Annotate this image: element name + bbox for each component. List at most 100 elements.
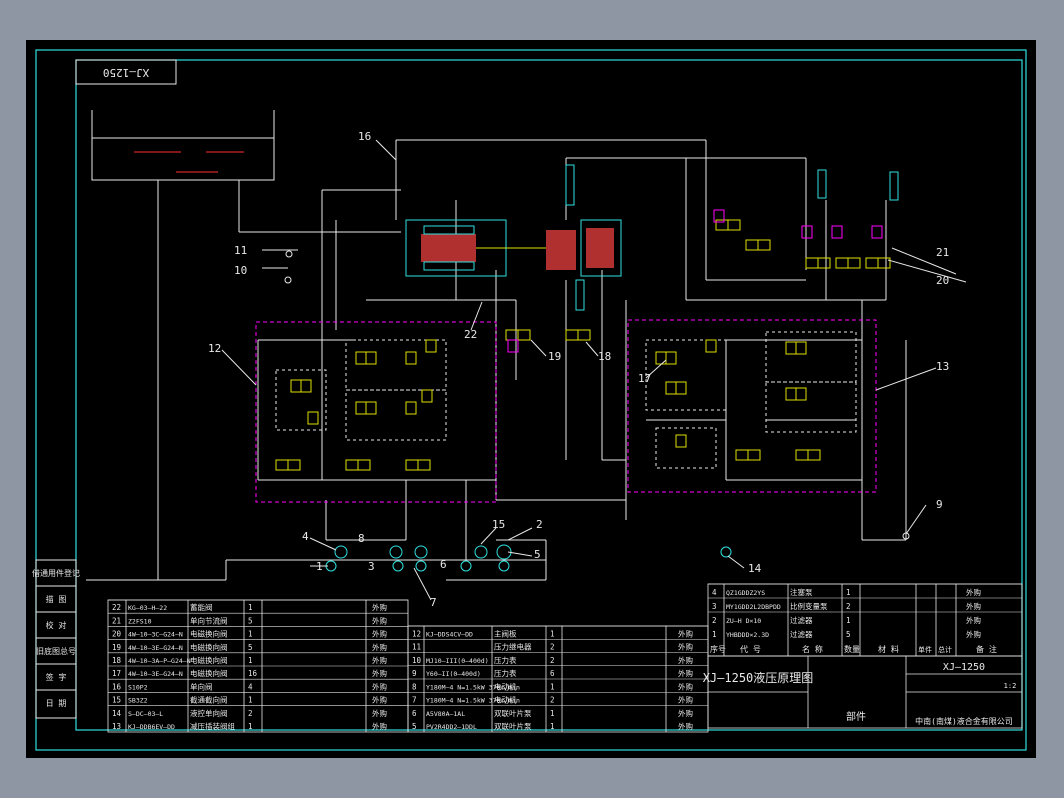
part-no: 9 [412,669,417,678]
callout-7: 7 [430,596,437,609]
callout-15: 15 [492,518,505,531]
ejector-cylinders [817,169,899,201]
pump-group [325,544,732,572]
part-no: 11 [412,643,421,652]
part-name: 蓄能阀 [190,602,213,612]
part-name: 液控单向阀 [190,708,228,718]
part-qty: 1 [550,682,555,691]
callout-19: 19 [548,350,561,363]
part-note: 外购 [678,628,693,638]
part-code: 4W—10—3C—G24—N [128,631,183,639]
part-name: 双联叶片泵 [494,708,532,718]
part-qty: 1 [248,630,253,639]
part-name: 过滤器 [790,615,813,625]
part-note: 外购 [678,642,693,652]
header-note: 备 注 [976,644,997,654]
part-qty: 1 [248,656,253,665]
stamp-label: 签 字 [46,672,67,682]
callout-5: 5 [534,548,541,561]
part-qty: 2 [248,709,253,718]
header-material: 材 料 [878,644,899,654]
part-no: 6 [412,709,417,718]
callout-17: 17 [638,372,651,385]
part-note: 外购 [372,681,387,691]
part-no: 13 [112,722,121,731]
part-code: 4W—10—3E—G24—N [128,670,183,678]
drawing-title: XJ—1250液压原理图 [703,670,814,685]
header-no: 序号 [710,644,726,654]
part-code: KG—03—H—22 [128,604,167,612]
part-label: 部件 [846,710,866,723]
part-name: 压力表 [494,668,517,678]
part-no: 18 [112,656,122,665]
callout-8: 8 [358,532,365,545]
part-note: 外购 [678,655,693,665]
part-no: 22 [112,603,121,612]
part-name: 主阀板 [494,628,517,638]
callout-22: 22 [464,328,477,341]
part-note: 外购 [678,721,693,731]
part-qty: 1 [550,629,555,638]
part-note: 外购 [372,602,387,612]
part-code: 4W—10—3A—P—G24—N [128,657,191,665]
pipework [86,139,907,581]
part-code: QZ1GDDZ2YS [726,589,765,597]
injection-cylinder [546,164,622,311]
part-no: 16 [112,682,122,691]
header-unit: 单件 [918,645,932,654]
part-code: SB3Z2 [128,697,148,705]
main-cylinder [405,219,566,277]
part-qty: 2 [550,656,555,665]
hydraulic-schematic: XJ—1250 1 2 3 4 5 6 7 8 9 10 11 12 13 14… [32,49,1027,751]
part-qty: 2 [846,602,851,611]
part-no: 14 [112,709,122,718]
part-name: 双联叶片泵 [494,721,532,731]
header-qty: 数量 [844,644,860,654]
oil-tank [91,110,275,181]
part-no: 7 [412,696,417,705]
part-code: 4W—10—3E—G24—N [128,644,183,652]
part-qty: 1 [248,696,253,705]
part-name: 注塞泵 [790,587,813,597]
part-qty: 1 [248,603,253,612]
part-code: YHBDDD×2.3D [726,631,769,639]
part-note: 外购 [966,629,981,639]
callout-18: 18 [598,350,611,363]
part-note: 外购 [372,642,387,652]
part-qty: 16 [248,669,258,678]
drawing-scale: 1:2 [1004,682,1017,690]
part-no: 5 [412,722,417,731]
part-no: 3 [712,602,717,611]
part-qty: 1 [846,616,851,625]
part-no: 10 [412,656,422,665]
company-name: 中南(南煤)液合金有限公司 [915,716,1013,726]
part-code: ZU—H D×10 [726,617,761,625]
part-code: KJ—DDB6EV—DD [128,723,175,731]
part-qty: 4 [248,682,253,691]
part-code: S10P2 [128,683,148,691]
header-code: 代 号 [740,644,761,654]
part-note: 外购 [966,601,981,611]
stamp-label: 日 期 [46,699,67,708]
part-qty: 5 [846,630,851,639]
part-no: 20 [112,630,122,639]
callout-10: 10 [234,264,247,277]
stamp-label: 旧底图总号 [36,646,76,656]
pressure-gauges [284,250,910,540]
part-name: 减压插装阀组 [190,721,235,731]
part-no: 19 [112,643,121,652]
part-qty: 1 [846,588,851,597]
part-qty: 6 [550,669,555,678]
part-qty: 1 [248,722,253,731]
parts-list-middle: 12 KJ—DDS4CV—DD 主阀板 1 外购11 压力继电器 2 外购10 MJ10—III… [412,628,693,731]
callout-2: 2 [536,518,543,531]
part-no: 17 [112,669,121,678]
parts-list-right: 4 QZ1GDDZ2YS 注塞泵 1 外购 3 MY1GDD2L2DBPDD 比例变量泵 2 外购… [712,587,981,639]
stamp-label: 借通用件登记 [32,568,80,578]
part-qty: 1 [550,709,555,718]
part-note: 外购 [678,668,693,678]
part-note: 外购 [372,695,387,705]
part-note: 外购 [372,655,387,665]
part-no: 2 [712,616,717,625]
part-no: 21 [112,616,121,625]
